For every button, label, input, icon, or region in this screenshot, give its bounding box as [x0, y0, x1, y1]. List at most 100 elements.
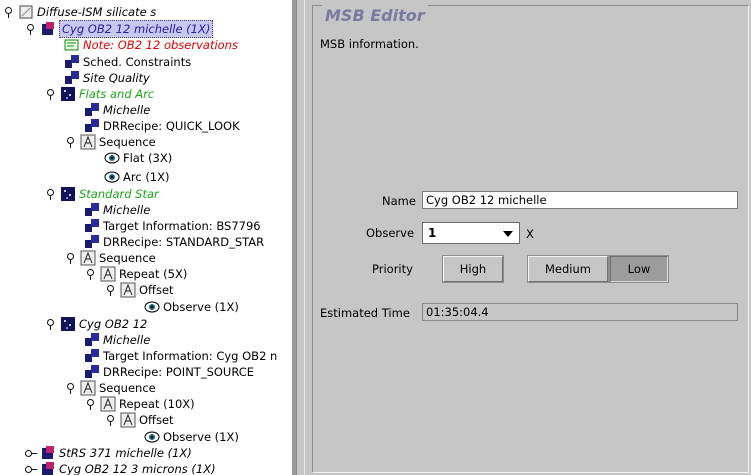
tree-node-sequence[interactable]: Sequence: [64, 250, 156, 266]
expand-handle-icon[interactable]: [104, 412, 118, 428]
expand-handle-icon[interactable]: [64, 250, 78, 266]
tree-label-obs-standard-star: Standard Star: [79, 187, 159, 201]
name-field[interactable]: [422, 191, 738, 209]
tree-node-arc[interactable]: Arc (1X): [104, 169, 170, 185]
msb-icon: [40, 21, 56, 37]
expand-handle-icon[interactable]: [44, 86, 58, 102]
offset-icon: [120, 282, 136, 298]
msb-info-text: MSB information.: [320, 37, 419, 51]
tree-node-repeat[interactable]: Repeat (5X): [84, 266, 187, 282]
tree-label-sequence: Sequence: [99, 135, 156, 149]
tree-node-target-info[interactable]: Target Information: Cyg OB2 n: [84, 348, 277, 364]
editor-title: MSB Editor: [322, 5, 428, 27]
tree-label-root: Diffuse-ISM silicate s: [37, 5, 157, 19]
tree-node-observe[interactable]: Observe (1X): [144, 299, 239, 315]
expand-handle-icon[interactable]: [84, 266, 98, 282]
collapse-handle-icon[interactable]: [24, 445, 38, 461]
observe-count-select[interactable]: 1: [422, 222, 520, 244]
component-icon: [84, 348, 100, 364]
tree-node-site-quality[interactable]: Site Quality: [64, 70, 150, 86]
tree-label-target-info: Target Information: Cyg OB2 n: [103, 349, 278, 363]
tree-node-instrument[interactable]: Michelle: [84, 202, 150, 218]
tree-label-repeat: Repeat (10X): [119, 397, 195, 411]
note-icon: [64, 37, 80, 53]
program-tree[interactable]: Diffuse-ISM silicate s Cyg OB2 12 michel…: [0, 0, 296, 475]
component-icon: [84, 364, 100, 380]
tree-label-instrument: Michelle: [103, 333, 151, 347]
expand-handle-icon[interactable]: [24, 21, 38, 37]
repeat-icon: [100, 266, 116, 282]
expand-handle-icon[interactable]: [44, 316, 58, 332]
tree-label-instrument: Michelle: [103, 203, 151, 217]
expand-handle-icon[interactable]: [84, 396, 98, 412]
tree-label-observe: Observe (1X): [163, 430, 239, 444]
sequence-icon: [80, 134, 96, 150]
estimated-time-value: 01:35:04.4: [422, 303, 738, 321]
tree-node-sched-constraints[interactable]: Sched. Constraints: [64, 54, 191, 70]
repeat-icon: [100, 396, 116, 412]
eye-icon: [104, 169, 120, 185]
tree-label-target-info: Target Information: BS7796: [103, 219, 261, 233]
component-icon: [84, 234, 100, 250]
observe-suffix: X: [526, 227, 534, 241]
tree-node-obs-flats-arc[interactable]: Flats and Arc: [44, 86, 154, 102]
tree-node-offset[interactable]: Offset: [104, 412, 174, 428]
tree-node-flat[interactable]: Flat (3X): [104, 150, 172, 166]
expand-handle-icon[interactable]: [64, 380, 78, 396]
msb-icon: [40, 461, 56, 475]
estimated-time-label: Estimated Time: [320, 306, 410, 320]
tree-node-root[interactable]: Diffuse-ISM silicate s: [2, 4, 156, 20]
tree-label-note: Note: OB2 12 observations: [83, 38, 238, 52]
priority-low-button[interactable]: Low: [609, 255, 669, 283]
priority-label: Priority: [372, 262, 413, 276]
tree-label-instrument: Michelle: [103, 103, 151, 117]
tree-node-drrecipe[interactable]: DRRecipe: QUICK_LOOK: [84, 118, 240, 134]
tree-node-drrecipe[interactable]: DRRecipe: STANDARD_STAR: [84, 234, 264, 250]
expand-handle-icon[interactable]: [64, 134, 78, 150]
component-icon: [84, 332, 100, 348]
component-icon: [64, 54, 80, 70]
tree-node-observe[interactable]: Observe (1X): [144, 429, 239, 445]
observe-label: Observe: [366, 226, 415, 240]
tree-label-drrecipe: DRRecipe: QUICK_LOOK: [103, 119, 240, 133]
tree-node-msb-strs371[interactable]: StRS 371 michelle (1X): [24, 445, 192, 461]
tree-label-site-quality: Site Quality: [83, 71, 150, 85]
tree-node-msb-selected[interactable]: Cyg OB2 12 michelle (1X): [24, 20, 214, 38]
tree-node-target-info[interactable]: Target Information: BS7796: [84, 218, 261, 234]
priority-high-button[interactable]: High: [442, 255, 504, 283]
expand-handle-icon[interactable]: [104, 282, 118, 298]
collapse-handle-icon[interactable]: [24, 461, 38, 475]
expand-handle-icon[interactable]: [44, 186, 58, 202]
tree-node-obs-standard-star[interactable]: Standard Star: [44, 186, 159, 202]
tree-node-sequence[interactable]: Sequence: [64, 134, 156, 150]
expand-handle-icon[interactable]: [2, 4, 16, 20]
tree-label-offset: Offset: [139, 413, 174, 427]
tree-node-drrecipe[interactable]: DRRecipe: POINT_SOURCE: [84, 364, 254, 380]
component-icon: [84, 218, 100, 234]
tree-node-instrument[interactable]: Michelle: [84, 102, 150, 118]
program-icon: [18, 4, 34, 20]
tree-label-sched-constraints: Sched. Constraints: [83, 55, 192, 69]
sequence-icon: [80, 250, 96, 266]
eye-icon: [104, 150, 120, 166]
tree-node-msb-cyg-3microns[interactable]: Cyg OB2 12 3 microns (1X): [24, 461, 216, 475]
observe-count-value: 1: [428, 226, 437, 240]
priority-medium-button[interactable]: Medium: [527, 255, 609, 283]
split-pane-divider[interactable]: [296, 0, 305, 475]
tree-label-msb-selected: Cyg OB2 12 michelle (1X): [59, 20, 214, 38]
component-icon: [84, 102, 100, 118]
sequence-icon: [80, 380, 96, 396]
tree-node-obs-cyg-ob2-12[interactable]: Cyg OB2 12: [44, 316, 147, 332]
tree-node-note[interactable]: Note: OB2 12 observations: [64, 37, 238, 53]
tree-node-offset[interactable]: Offset: [104, 282, 174, 298]
tree-node-sequence[interactable]: Sequence: [64, 380, 156, 396]
name-label: Name: [382, 194, 416, 208]
tree-label-sequence: Sequence: [99, 251, 156, 265]
tree-label-drrecipe: DRRecipe: POINT_SOURCE: [103, 365, 255, 379]
tree-node-instrument[interactable]: Michelle: [84, 332, 150, 348]
offset-icon: [120, 412, 136, 428]
tree-node-repeat[interactable]: Repeat (10X): [84, 396, 195, 412]
eye-icon: [144, 299, 160, 315]
tree-label-drrecipe: DRRecipe: STANDARD_STAR: [103, 235, 265, 249]
eye-icon: [144, 429, 160, 445]
